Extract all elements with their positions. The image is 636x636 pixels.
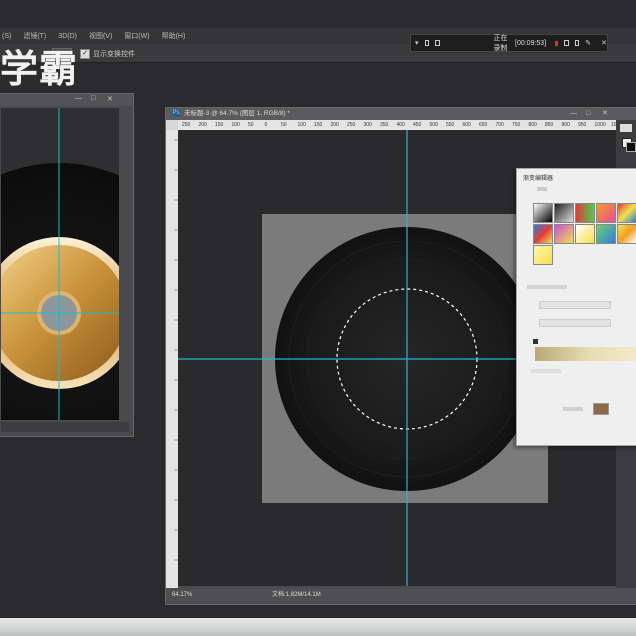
close-icon[interactable]: ✕ [602,110,608,118]
snapshot-icon[interactable] [574,40,580,46]
ruler-tick-label: 50 [281,122,287,128]
ruler-tick-label: 900 [561,122,570,128]
ruler-tick-label: 800 [528,122,537,128]
ruler-tick-label: 150 [215,122,224,128]
background-color-icon[interactable] [626,142,636,152]
ruler-tick-label: 950 [578,122,587,128]
gradient-preset-swatch[interactable] [554,224,574,244]
document-status-bar: 64.17% 文档:1.82M/14.1M [166,588,636,602]
stops-label-bar [531,369,561,373]
document-size: 文档:1.82M/14.1M [272,592,321,598]
gradient-type-select[interactable] [539,301,611,309]
ruler-tick-label: 0 [264,122,268,128]
ruler-tick-label: 200 [330,122,339,128]
zoom-level[interactable]: 64.17% [172,588,192,602]
secondary-title-bar[interactable] [0,94,133,106]
ruler-tick-label: 500 [429,122,438,128]
maximize-icon[interactable]: □ [586,110,590,118]
ruler-tick-label: 450 [413,122,422,128]
panel-icon[interactable] [620,124,632,132]
ruler-tick-label: 650 [479,122,488,128]
secondary-canvas[interactable] [1,108,119,420]
ruler-tick-label: 1000 [594,122,606,128]
menu-item[interactable]: 窗口(W) [124,31,149,41]
recording-time: [00:09:53] [515,39,547,47]
channel-watermark: 学霸 [0,47,79,91]
minimize-icon[interactable]: — [570,110,577,118]
pause-icon[interactable] [564,40,569,46]
recorder-settings-icon[interactable] [435,40,440,46]
ruler-tick-label: 600 [462,122,471,128]
dialog-title: 渐变编辑器 [523,176,554,182]
close-icon[interactable]: ✕ [107,95,113,103]
gradient-preset-swatch[interactable] [617,203,636,223]
ruler-corner[interactable] [166,120,178,130]
ruler-tick-label: 850 [545,122,554,128]
pen-icon[interactable]: ✎ [585,39,591,47]
name-field-label [527,285,567,289]
horizontal-ruler[interactable]: 250 200 150 100 50 0 50 100 150 200 250 300 350 400 45… [178,120,636,130]
recorder-close-icon[interactable]: ✕ [601,39,607,47]
ruler-tick-label: 300 [363,122,372,128]
secondary-document-window: — □ ✕ [0,93,134,437]
gradient-preset-swatch[interactable] [596,224,616,244]
smoothness-field[interactable] [539,319,611,327]
gradient-editor-dialog: 渐变编辑器 [516,168,636,446]
document-title: 未标题-3 @ 64.7% (图层 1, RGB/8) * [184,110,290,117]
ruler-tick-label: 100 [231,122,240,128]
recording-status: 正在录制 [493,35,508,52]
ruler-tick-label: 200 [198,122,207,128]
screen-recorder-bar: ▾ 正在录制 [00:09:53] ✎ ✕ [410,34,608,52]
ruler-tick-label: 250 [182,122,191,128]
stop-record-icon[interactable] [555,40,559,46]
vertical-ruler[interactable] [166,130,178,588]
gradient-preset-swatch[interactable] [617,224,636,244]
gradient-preset-swatch[interactable] [533,245,553,265]
photoshop-doc-icon: Ps [172,109,180,118]
minimize-icon[interactable]: — [75,95,82,102]
ruler-tick-label: 400 [396,122,405,128]
opacity-stop-icon[interactable] [533,339,538,344]
show-transform-checkbox[interactable]: ✓ [80,49,90,59]
maximize-icon[interactable]: □ [91,95,95,102]
secondary-status-bar [1,422,129,432]
recorder-menu-icon[interactable]: ▾ [415,39,419,47]
menu-item[interactable]: 帮助(H) [162,31,186,41]
gradient-preset-swatch[interactable] [575,224,595,244]
ruler-tick-label: 550 [446,122,455,128]
ruler-tick-label: 50 [248,122,254,128]
gradient-preview-bar[interactable] [535,347,636,361]
gradient-preset-swatch[interactable] [575,203,595,223]
monitor-screen: (S) 滤镜(T) 3D(D) 视图(V) 窗口(W) 帮助(H) ✓ 显示变换… [0,0,636,618]
gradient-preset-swatch[interactable] [554,203,574,223]
monitor-bezel [0,618,636,636]
ruler-tick-label: 250 [347,122,356,128]
menu-item[interactable]: 视图(V) [89,31,112,41]
document-tab[interactable]: Ps 未标题-3 @ 64.7% (图层 1, RGB/8) * [166,108,636,120]
gradient-preset-swatch[interactable] [533,224,553,244]
stop-color-swatch[interactable] [593,403,609,415]
color-label-bar [563,407,583,411]
show-transform-label: 显示变换控件 [93,51,135,58]
gradient-preset-swatch[interactable] [533,203,553,223]
recorder-camera-icon[interactable] [424,40,430,46]
gradient-preset-swatch[interactable] [596,203,616,223]
ruler-tick-label: 100 [297,122,306,128]
presets-label-bar [537,187,547,191]
ruler-tick-label: 750 [512,122,521,128]
ruler-tick-label: 150 [314,122,323,128]
ruler-tick-label: 350 [380,122,389,128]
ruler-tick-label: 700 [495,122,504,128]
